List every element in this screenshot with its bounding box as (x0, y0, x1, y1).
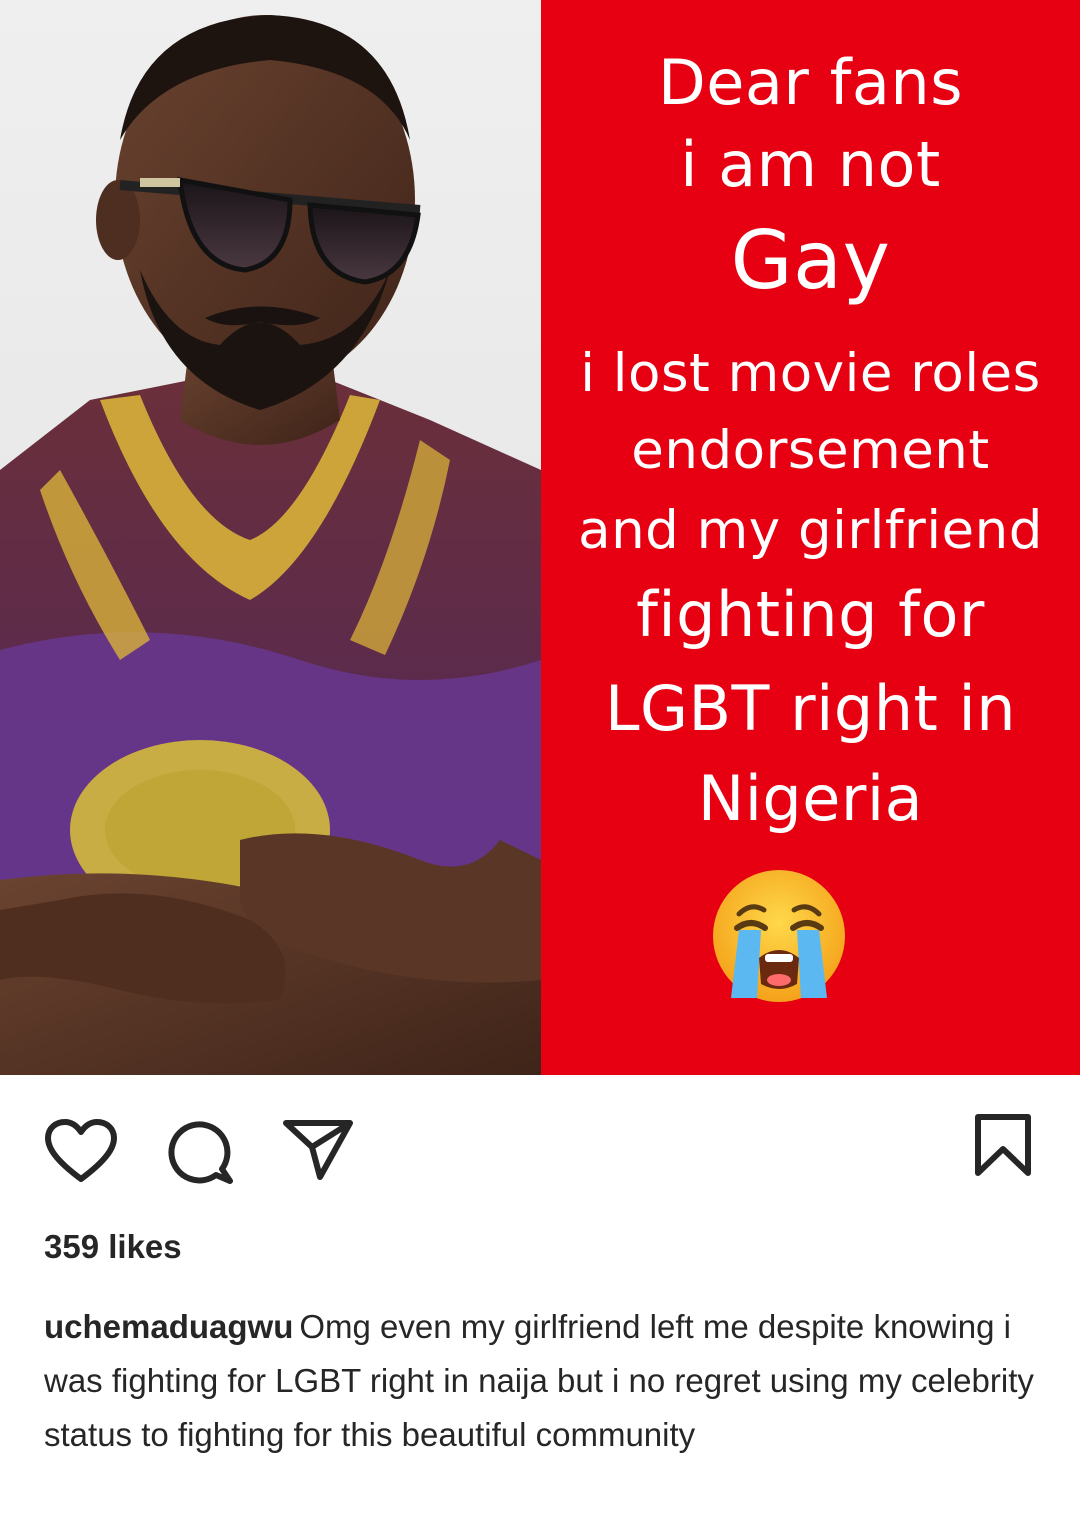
comment-icon[interactable] (166, 1117, 234, 1190)
meme-line-8: LGBT right in (604, 672, 1017, 745)
share-icon[interactable] (282, 1119, 354, 1186)
likes-count[interactable]: 359 likes (44, 1228, 182, 1266)
post-caption: uchemaduagwu Omg even my girlfriend left … (44, 1300, 1044, 1462)
meme-line-3: Gay (730, 214, 891, 307)
meme-line-5: endorsement (631, 420, 990, 481)
heart-icon[interactable] (44, 1119, 118, 1188)
meme-line-2: i am not (680, 128, 941, 201)
meme-line-4: i lost movie roles (580, 343, 1041, 404)
post-action-bar (0, 1075, 1080, 1215)
bookmark-icon[interactable] (974, 1113, 1032, 1182)
meme-line-6: and my girlfriend (578, 500, 1043, 561)
meme-line-7: fighting for (636, 578, 985, 651)
caption-username[interactable]: uchemaduagwu (44, 1308, 293, 1345)
man-illustration (0, 15, 541, 1075)
loudly-crying-face-icon (713, 870, 845, 1002)
meme-line-9: Nigeria (697, 762, 924, 835)
post-image[interactable]: Dear fans i am not Gay i lost movie role… (0, 0, 1080, 1075)
meme-text-panel: Dear fans i am not Gay i lost movie role… (541, 0, 1080, 1075)
meme-line-1: Dear fans (658, 46, 963, 119)
portrait-photo (0, 0, 541, 1075)
